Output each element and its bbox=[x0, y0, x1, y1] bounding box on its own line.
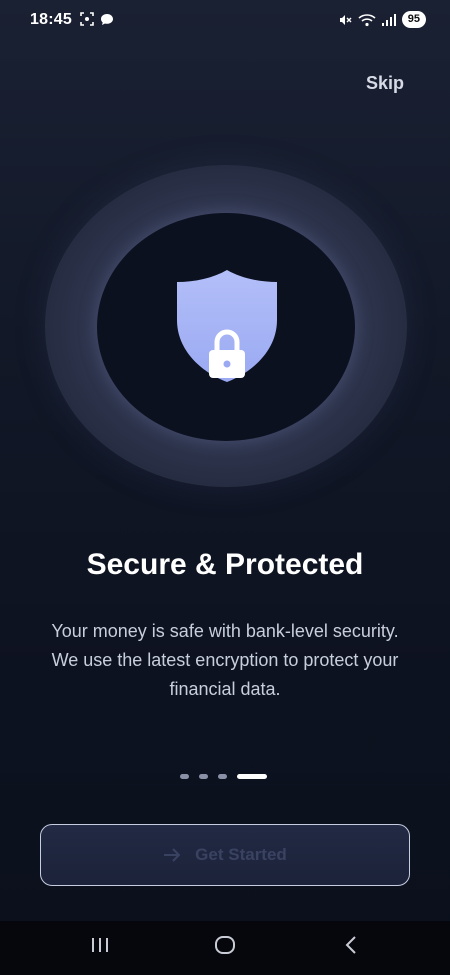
status-time: 18:45 bbox=[30, 11, 72, 28]
skip-button[interactable]: Skip bbox=[366, 73, 404, 94]
wifi-icon bbox=[358, 13, 376, 26]
onboarding-description: Your money is safe with bank-level secur… bbox=[51, 621, 399, 699]
onboarding-title: Secure & Protected bbox=[86, 548, 364, 581]
battery-badge: 95 bbox=[401, 11, 426, 28]
back-icon[interactable] bbox=[344, 935, 358, 955]
arrow-right-icon bbox=[164, 848, 181, 862]
home-icon[interactable] bbox=[214, 935, 236, 955]
status-bar: 18:45 95 bbox=[0, 0, 450, 42]
page-dot-3[interactable] bbox=[218, 774, 227, 779]
chat-bubble-icon bbox=[101, 13, 113, 25]
get-started-label: Get Started bbox=[195, 845, 287, 864]
mute-icon bbox=[339, 14, 352, 25]
recents-icon[interactable] bbox=[90, 935, 110, 955]
shield-lock-icon bbox=[177, 270, 277, 382]
page-dot-1[interactable] bbox=[180, 774, 189, 779]
page-indicator bbox=[180, 774, 267, 779]
onboarding-screen: 18:45 95 Skip Secure & Protected Your mo… bbox=[0, 0, 450, 975]
system-nav-bar bbox=[0, 921, 450, 975]
page-dot-4-active[interactable] bbox=[237, 774, 267, 779]
signal-icon bbox=[381, 13, 396, 26]
page-dot-2[interactable] bbox=[199, 774, 208, 779]
get-started-button[interactable]: Get Started bbox=[40, 824, 410, 886]
screenshot-icon bbox=[80, 12, 94, 26]
